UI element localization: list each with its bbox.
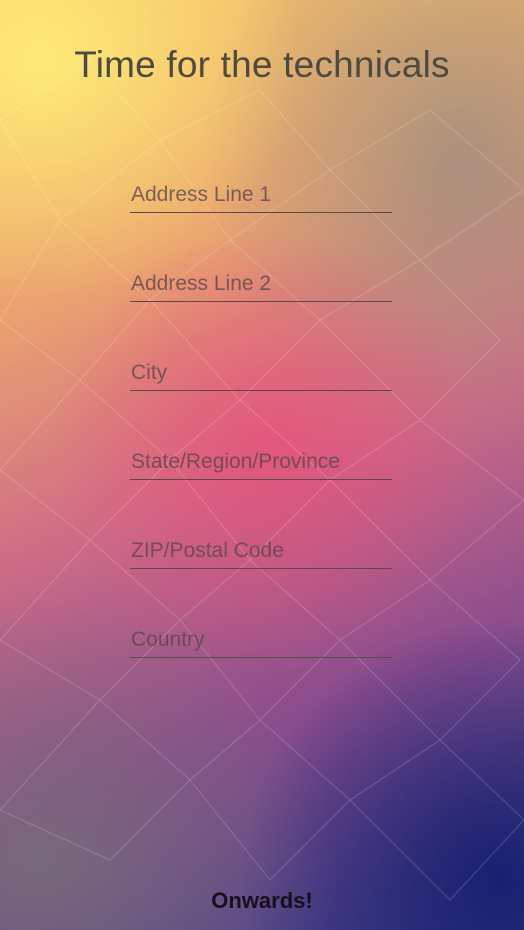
zip-postal-code-field[interactable] (130, 536, 392, 569)
address-line-1-field[interactable] (130, 180, 392, 213)
page-title: Time for the technicals (74, 44, 450, 85)
state-region-province-field[interactable] (130, 447, 392, 480)
country-field[interactable] (130, 625, 392, 658)
address-line-2-field[interactable] (130, 269, 392, 302)
city-field[interactable] (130, 358, 392, 391)
onwards-button[interactable]: Onwards! (162, 882, 362, 920)
